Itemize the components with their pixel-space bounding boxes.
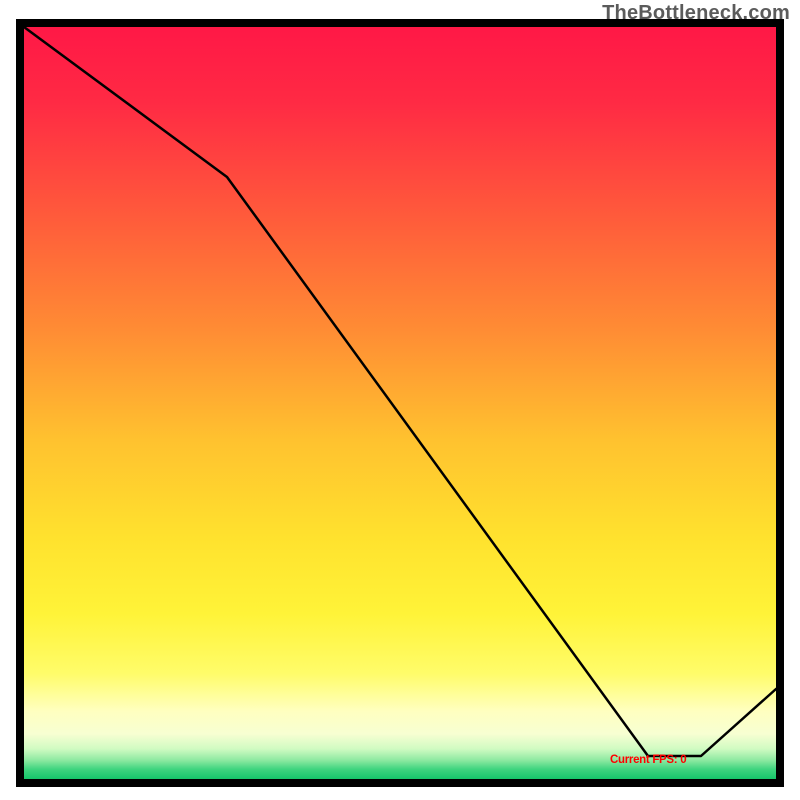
chart-container: TheBottleneck.com xyxy=(0,0,800,800)
plot-area: Current FPS: 0 xyxy=(20,23,780,783)
watermark-text: TheBottleneck.com xyxy=(602,2,790,25)
gradient-background xyxy=(24,27,776,779)
chart-svg: Current FPS: 0 xyxy=(0,0,800,800)
fps-annotation: Current FPS: 0 xyxy=(610,754,686,766)
